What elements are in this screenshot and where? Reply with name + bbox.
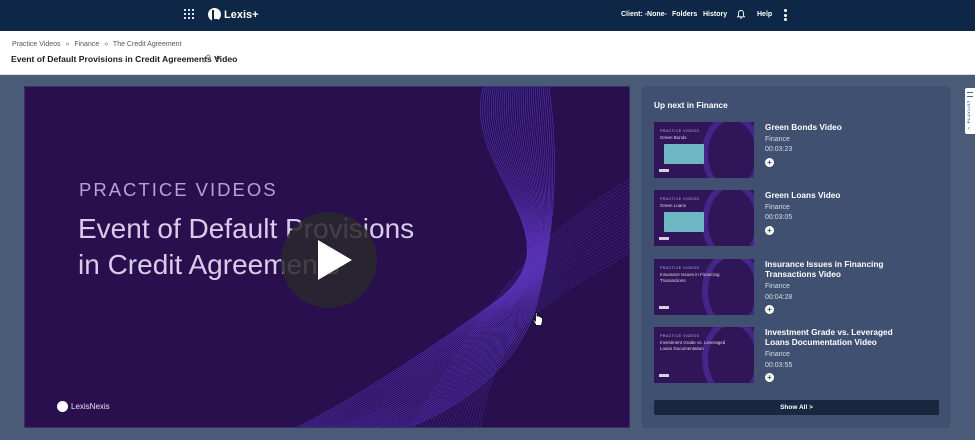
video-thumbnail[interactable]: PRACTICE VIDEOS Investment Grade vs. Lev…: [654, 327, 754, 383]
thumb-illustration: [664, 212, 704, 232]
thumb-label: PRACTICE VIDEOS: [660, 129, 700, 133]
hand-cursor-icon: [532, 312, 543, 326]
thumb-illustration: [664, 144, 704, 164]
link-icon[interactable]: [202, 54, 211, 63]
item-title[interactable]: Investment Grade vs. Leveraged Loans Doc…: [765, 327, 915, 347]
item-title[interactable]: Insurance Issues in Financing Transactio…: [765, 259, 915, 279]
history-link[interactable]: History: [703, 11, 727, 18]
breadcrumb-practice-videos[interactable]: Practice Videos: [12, 41, 61, 48]
page-header: Practice Videos » Finance » The Credit A…: [0, 31, 975, 75]
item-duration: 00:04:28: [765, 294, 793, 301]
add-video-icon[interactable]: +: [765, 226, 774, 235]
thumb-subtitle: Insurance Issues in Financing Transactio…: [660, 272, 720, 283]
item-duration: 00:03:55: [765, 362, 793, 369]
breadcrumb-finance[interactable]: Finance: [74, 41, 99, 48]
client-selector[interactable]: Client: -None-: [621, 11, 667, 18]
breadcrumb-separator: »: [104, 41, 109, 48]
thumb-label: PRACTICE VIDEOS: [660, 197, 700, 201]
apps-grid-icon[interactable]: [184, 9, 196, 21]
add-video-icon[interactable]: +: [765, 373, 774, 382]
folders-link[interactable]: Folders: [672, 11, 697, 18]
playlist-tab-label: PLAYLIST: [966, 100, 971, 123]
up-next-item[interactable]: PRACTICE VIDEOS Green Bonds Green Bonds …: [654, 122, 939, 180]
bell-icon[interactable]: [737, 10, 745, 19]
player-logo-text: LexisNexis: [71, 402, 110, 411]
more-menu-icon[interactable]: [784, 9, 787, 21]
up-next-heading: Up next in Finance: [654, 100, 728, 110]
video-thumbnail[interactable]: PRACTICE VIDEOS Insurance Issues in Fina…: [654, 259, 754, 315]
title-actions: +: [202, 54, 220, 63]
lexisnexis-logo-icon: [57, 401, 68, 412]
up-next-item[interactable]: PRACTICE VIDEOS Insurance Issues in Fina…: [654, 259, 939, 317]
brand-name: Lexis+: [224, 8, 259, 21]
item-duration: 00:03:05: [765, 214, 793, 221]
playlist-side-tab[interactable]: PLAYLIST ‹: [965, 88, 975, 134]
top-nav: Lexis+ Client: -None- Folders History He…: [0, 0, 975, 31]
video-thumbnail[interactable]: PRACTICE VIDEOS Green Bonds: [654, 122, 754, 178]
brand-mark-icon: [208, 8, 221, 21]
item-category: Finance: [765, 351, 790, 358]
up-next-item[interactable]: PRACTICE VIDEOS Investment Grade vs. Lev…: [654, 327, 939, 385]
brand-logo[interactable]: Lexis+: [208, 8, 259, 21]
player-logo: LexisNexis: [57, 401, 110, 412]
chevron-left-icon: ‹: [968, 126, 970, 132]
item-category: Finance: [765, 136, 790, 143]
item-title[interactable]: Green Loans Video: [765, 190, 915, 200]
thumb-subtitle: Investment Grade vs. Leveraged Loans Doc…: [660, 340, 726, 351]
video-thumbnail[interactable]: PRACTICE VIDEOS Green Loans: [654, 190, 754, 246]
up-next-item[interactable]: PRACTICE VIDEOS Green Loans Green Loans …: [654, 190, 939, 248]
up-next-panel: Up next in Finance PRACTICE VIDEOS Green…: [642, 86, 950, 428]
video-player[interactable]: PRACTICE VIDEOS Event of Default Provisi…: [24, 86, 630, 428]
breadcrumb: Practice Videos » Finance » The Credit A…: [12, 41, 184, 48]
thumb-label: PRACTICE VIDEOS: [660, 334, 700, 338]
add-video-icon[interactable]: +: [765, 305, 774, 314]
player-category-label: PRACTICE VIDEOS: [79, 179, 278, 200]
add-video-icon[interactable]: +: [765, 158, 774, 167]
playlist-icon: [967, 92, 973, 97]
item-duration: 00:03:23: [765, 146, 793, 153]
item-category: Finance: [765, 204, 790, 211]
breadcrumb-separator: »: [65, 41, 70, 48]
show-all-button[interactable]: Show All >: [654, 400, 939, 415]
add-to-folder-icon[interactable]: +: [215, 54, 220, 63]
help-link[interactable]: Help: [757, 11, 772, 18]
breadcrumb-credit-agreement[interactable]: The Credit Agreement: [113, 41, 181, 48]
thumb-subtitle: Green Bonds: [660, 135, 687, 140]
thumb-label: PRACTICE VIDEOS: [660, 266, 700, 270]
item-category: Finance: [765, 283, 790, 290]
thumb-subtitle: Green Loans: [660, 203, 687, 208]
item-title[interactable]: Green Bonds Video: [765, 122, 915, 132]
play-button[interactable]: [281, 212, 377, 308]
